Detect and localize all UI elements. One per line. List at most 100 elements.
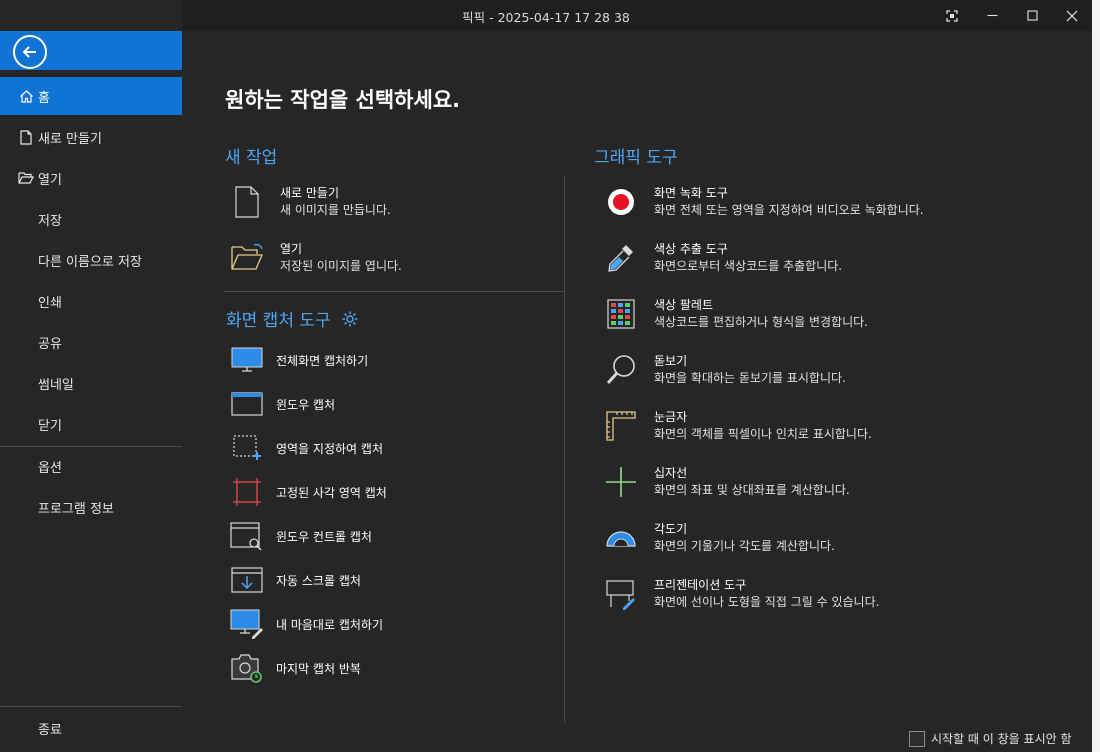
capture-window-control[interactable]: 윈도우 컨트롤 캡처 <box>230 521 372 551</box>
capture-label: 윈도우 캡처 <box>276 397 336 412</box>
eyedropper-icon <box>604 241 638 275</box>
item-desc: 화면의 기울기나 각도를 계산합니다. <box>654 539 835 553</box>
window-icon <box>230 389 264 419</box>
item-title: 프리젠테이션 도구 <box>654 578 747 592</box>
freehand-monitor-icon <box>230 609 264 639</box>
color-palette-item[interactable]: 색상 팔레트 색상코드를 편집하거나 형식을 변경합니다. <box>604 297 868 331</box>
back-arrow-icon[interactable] <box>13 35 47 69</box>
sidebar-item-label: 썸네일 <box>38 377 74 393</box>
scroll-down-icon <box>230 565 264 595</box>
capture-label: 영역을 지정하여 캡처 <box>276 441 383 456</box>
sidebar-item-label: 옵션 <box>38 460 62 476</box>
magnifier-item[interactable]: 돋보기 화면을 확대하는 돋보기를 표시합니다. <box>604 353 846 387</box>
capture-settings-gear-icon[interactable] <box>341 310 359 328</box>
item-title: 색상 추출 도구 <box>654 242 728 256</box>
item-title: 화면 녹화 도구 <box>654 186 728 200</box>
sidebar-item-label: 닫기 <box>38 418 62 434</box>
item-desc: 화면으로부터 색상코드를 추출합니다. <box>654 259 843 273</box>
sidebar-item-label: 다른 이름으로 저장 <box>38 254 142 270</box>
item-desc: 화면의 객체를 픽셀이나 인치로 표시합니다. <box>654 427 872 441</box>
screen-recorder-item[interactable]: 화면 녹화 도구 화면 전체 또는 영역을 지정하여 비디오로 녹화합니다. <box>604 185 924 219</box>
monitor-icon <box>230 345 264 375</box>
startup-checkbox[interactable] <box>909 730 925 747</box>
maximize-icon <box>1026 10 1038 21</box>
section-title-new-task: 새 작업 <box>225 148 278 168</box>
item-desc: 화면을 확대하는 돋보기를 표시합니다. <box>654 371 846 385</box>
window-search-icon <box>230 521 264 551</box>
screenshot-icon <box>946 9 958 22</box>
item-title: 열기 <box>280 242 303 256</box>
item-title: 눈금자 <box>654 410 688 424</box>
color-picker-item[interactable]: 색상 추출 도구 화면으로부터 색상코드를 추출합니다. <box>604 241 842 275</box>
capture-label: 자동 스크롤 캡처 <box>276 573 361 588</box>
sidebar-item-label: 저장 <box>38 213 62 229</box>
sidebar-item-label: 프로그램 정보 <box>38 501 114 517</box>
sidebar-item-label: 인쇄 <box>38 295 62 311</box>
background-window-edge <box>1092 0 1100 752</box>
crosshair-item[interactable]: 십자선 화면의 좌표 및 상대좌표를 계산합니다. <box>604 465 850 499</box>
item-title: 십자선 <box>654 466 688 480</box>
capture-repeat-last[interactable]: 마지막 캡처 반복 <box>230 653 361 683</box>
maximize-button[interactable] <box>1012 0 1052 31</box>
capture-title-text: 화면 캡처 도구 <box>226 311 331 331</box>
fixed-region-icon <box>230 477 264 507</box>
sidebar-item-options[interactable]: 옵션 <box>0 447 182 485</box>
column-divider <box>564 175 565 723</box>
minimize-button[interactable] <box>972 0 1012 31</box>
item-title: 새로 만들기 <box>280 186 340 200</box>
presentation-item[interactable]: 프리젠테이션 도구 화면에 선이나 도형을 직접 그릴 수 있습니다. <box>604 577 879 611</box>
sidebar-item-print[interactable]: 인쇄 <box>0 282 182 320</box>
capture-window[interactable]: 윈도우 캡처 <box>230 389 335 419</box>
item-desc: 색상코드를 편집하거나 형식을 변경합니다. <box>654 315 868 329</box>
new-image-item[interactable]: 새로 만들기 새 이미지를 만듭니다. <box>230 185 391 219</box>
title-bar: 픽픽 - 2025-04-17 17 28 38 <box>0 0 1092 31</box>
presentation-board-icon <box>604 577 638 611</box>
sidebar-item-open[interactable]: 열기 <box>0 159 182 197</box>
item-desc: 저장된 이미지를 엽니다. <box>280 259 402 273</box>
capture-region[interactable]: 영역을 지정하여 캡처 <box>230 433 383 463</box>
home-icon <box>18 88 34 104</box>
close-button[interactable] <box>1052 0 1092 31</box>
sidebar-item-new[interactable]: 새로 만들기 <box>0 118 182 156</box>
capture-fullscreen[interactable]: 전체화면 캡처하기 <box>230 345 368 375</box>
startup-checkbox-label: 시작할 때 이 창을 표시안 함 <box>931 732 1072 746</box>
capture-label: 마지막 캡처 반복 <box>276 661 361 676</box>
camera-repeat-icon <box>230 653 264 683</box>
screenshot-button[interactable] <box>932 0 972 31</box>
capture-label: 고정된 사각 영역 캡처 <box>276 485 387 500</box>
open-folder-icon <box>18 170 34 186</box>
protractor-item[interactable]: 각도기 화면의 기울기나 각도를 계산합니다. <box>604 521 835 555</box>
item-desc: 새 이미지를 만듭니다. <box>280 203 391 217</box>
item-title: 각도기 <box>654 522 688 536</box>
sidebar-item-save[interactable]: 저장 <box>0 200 182 238</box>
capture-label: 내 마음대로 캡처하기 <box>276 617 383 632</box>
item-title: 돋보기 <box>654 354 688 368</box>
sidebar-item-save-as[interactable]: 다른 이름으로 저장 <box>0 241 182 279</box>
open-image-item[interactable]: 열기 저장된 이미지를 엽니다. <box>230 241 402 275</box>
item-desc: 화면에 선이나 도형을 직접 그릴 수 있습니다. <box>654 595 880 609</box>
sidebar-item-share[interactable]: 공유 <box>0 323 182 361</box>
new-file-icon <box>18 129 34 145</box>
open-folder-icon <box>230 241 264 275</box>
sidebar-item-exit[interactable]: 종료 <box>0 709 182 747</box>
sidebar-item-label: 새로 만들기 <box>38 131 102 147</box>
sidebar-item-label: 열기 <box>38 172 62 188</box>
startup-checkbox-row[interactable]: 시작할 때 이 창을 표시안 함 <box>909 730 1072 747</box>
sidebar-item-label: 홈 <box>38 90 50 106</box>
sidebar-item-thumbnail[interactable]: 썸네일 <box>0 364 182 402</box>
capture-auto-scroll[interactable]: 자동 스크롤 캡처 <box>230 565 361 595</box>
capture-fixed-region[interactable]: 고정된 사각 영역 캡처 <box>230 477 387 507</box>
section-title-graphics: 그래픽 도구 <box>594 148 678 168</box>
minimize-icon <box>987 14 997 17</box>
sidebar-item-about[interactable]: 프로그램 정보 <box>0 488 182 526</box>
record-icon <box>604 185 638 219</box>
capture-freehand[interactable]: 내 마음대로 캡처하기 <box>230 609 383 639</box>
ruler-item[interactable]: 눈금자 화면의 객체를 픽셀이나 인치로 표시합니다. <box>604 409 872 443</box>
sidebar-item-home[interactable]: 홈 <box>0 77 182 115</box>
sidebar-item-label: 공유 <box>38 336 62 352</box>
close-icon <box>1066 10 1078 21</box>
sidebar-item-close[interactable]: 닫기 <box>0 405 182 443</box>
page-heading: 원하는 작업을 선택하세요. <box>225 88 461 112</box>
ruler-icon <box>604 409 638 443</box>
section-title-capture: 화면 캡처 도구 <box>226 306 359 331</box>
